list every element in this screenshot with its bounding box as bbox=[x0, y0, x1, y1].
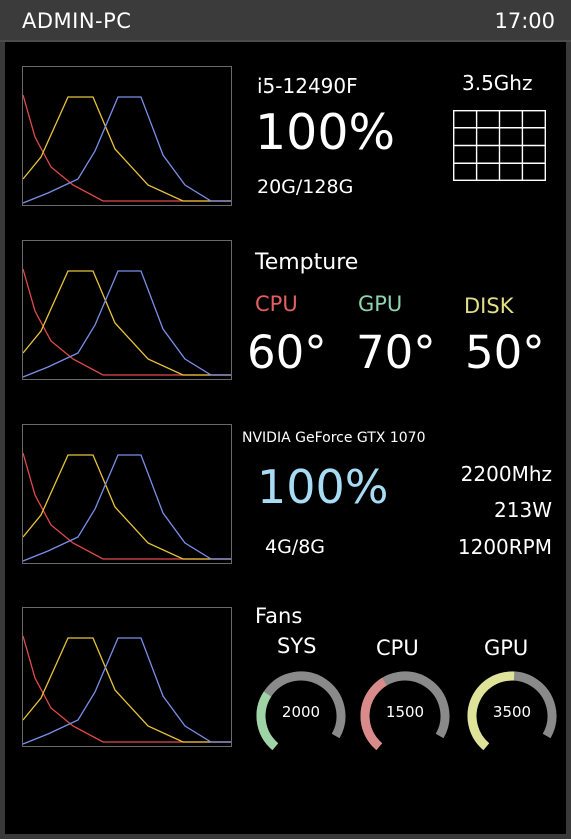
temperature-graph bbox=[22, 240, 232, 380]
temperature-title: Tempture bbox=[255, 250, 359, 275]
fan-cpu-gauge: 1500 bbox=[357, 670, 453, 756]
fan-sys-value: 2000 bbox=[281, 703, 321, 721]
temp-gpu-label: GPU bbox=[358, 292, 403, 316]
cpu-usage: 100% bbox=[255, 104, 396, 161]
yellow-history-line bbox=[23, 637, 231, 743]
fans-title: Fans bbox=[255, 604, 303, 628]
fan-gpu-value: 3500 bbox=[492, 703, 532, 721]
blue-history-line bbox=[23, 454, 231, 562]
yellow-history-line bbox=[23, 96, 231, 202]
hostname: ADMIN-PC bbox=[22, 9, 132, 33]
gpu-power: 213W bbox=[494, 498, 552, 522]
fan-gpu-gauge: 3500 bbox=[464, 670, 560, 756]
blue-history-line bbox=[23, 270, 231, 378]
red-history-line bbox=[23, 94, 231, 202]
gpu-model: NVIDIA GeForce GTX 1070 bbox=[242, 430, 426, 446]
fan-cpu-value: 1500 bbox=[385, 703, 425, 721]
history-chart bbox=[23, 94, 231, 204]
top-bar: ADMIN-PC 17:00 bbox=[0, 0, 571, 42]
gpu-memory: 4G/8G bbox=[265, 536, 326, 558]
fan-sys-gauge: 2000 bbox=[253, 670, 349, 756]
cpu-clock: 3.5Ghz bbox=[462, 71, 533, 95]
history-chart bbox=[23, 268, 231, 378]
blue-history-line bbox=[23, 96, 231, 204]
temp-gpu-value: 70° bbox=[356, 326, 436, 379]
cpu-usage-graph bbox=[22, 66, 232, 206]
red-history-line bbox=[23, 268, 231, 376]
yellow-history-line bbox=[23, 454, 231, 560]
fan-gpu-label: GPU bbox=[484, 636, 529, 660]
gpu-fan-speed: 1200RPM bbox=[457, 535, 552, 559]
cpu-cores-grid-icon bbox=[453, 110, 546, 181]
gpu-usage-graph bbox=[22, 424, 232, 564]
fans-graph bbox=[22, 607, 232, 747]
history-chart bbox=[23, 452, 231, 562]
history-chart bbox=[23, 635, 231, 745]
red-history-line bbox=[23, 635, 231, 743]
red-history-line bbox=[23, 452, 231, 560]
temp-disk-value: 50° bbox=[465, 326, 545, 379]
cpu-model: i5-12490F bbox=[257, 74, 358, 98]
yellow-history-line bbox=[23, 270, 231, 376]
gpu-clock: 2200Mhz bbox=[460, 462, 552, 486]
blue-history-line bbox=[23, 637, 231, 745]
fan-cpu-label: CPU bbox=[376, 636, 419, 660]
temp-cpu-label: CPU bbox=[255, 292, 298, 316]
clock: 17:00 bbox=[494, 9, 555, 33]
gpu-usage: 100% bbox=[257, 460, 389, 514]
fan-sys-label: SYS bbox=[277, 634, 317, 658]
temp-disk-label: DISK bbox=[464, 294, 514, 318]
temp-cpu-value: 60° bbox=[247, 326, 327, 379]
cpu-memory: 20G/128G bbox=[257, 176, 354, 198]
